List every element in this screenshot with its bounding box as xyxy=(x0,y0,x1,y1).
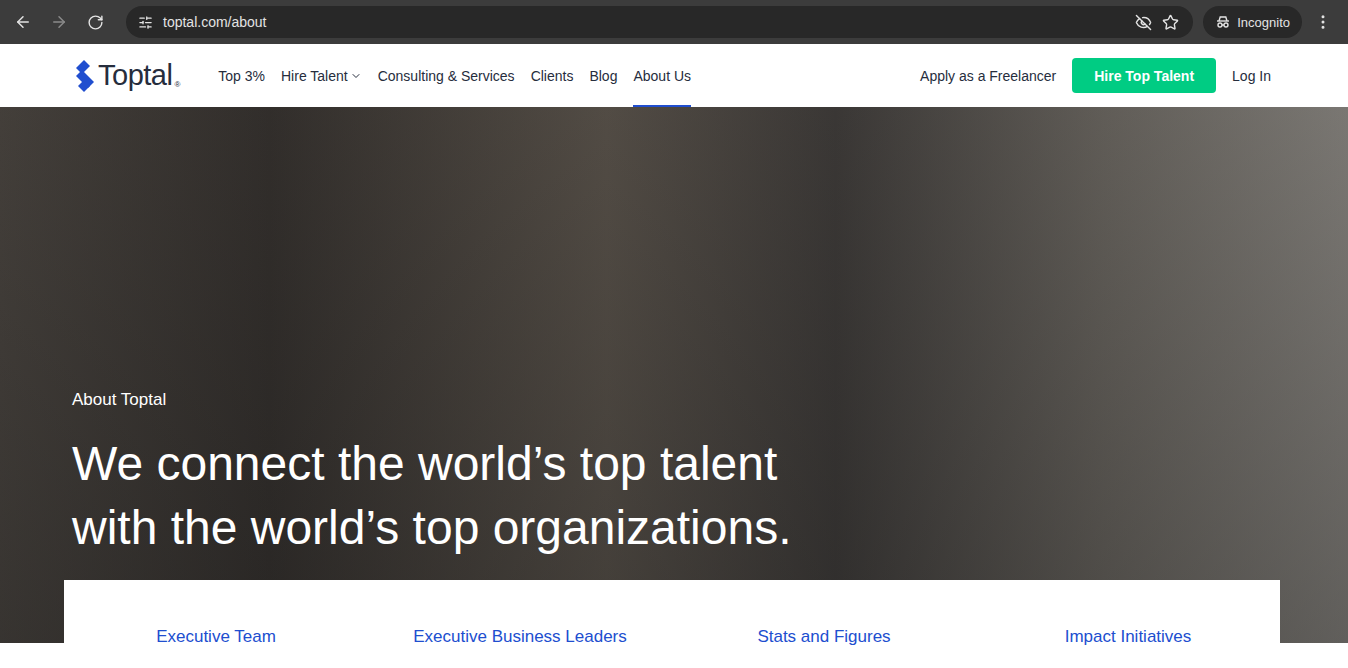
chevron-down-icon xyxy=(350,70,362,82)
back-button[interactable] xyxy=(8,7,38,37)
nav-item[interactable]: Consulting & Services xyxy=(378,44,515,107)
hero: About Toptal We connect the world’s top t… xyxy=(0,107,1348,643)
incognito-label: Incognito xyxy=(1237,15,1290,30)
browser-toolbar: toptal.com/about Incognito xyxy=(0,0,1348,44)
section-links-card: Executive TeamExecutive Business Leaders… xyxy=(64,580,1280,668)
section-link[interactable]: Executive Team xyxy=(64,627,368,647)
tracking-button[interactable] xyxy=(1135,14,1152,31)
header-actions: Apply as a Freelancer Hire Top Talent Log … xyxy=(920,44,1271,107)
menu-button[interactable] xyxy=(1308,7,1338,37)
registered-mark: ® xyxy=(174,80,180,89)
toptal-logo-icon xyxy=(72,60,96,92)
back-arrow-icon xyxy=(14,13,32,31)
reload-icon xyxy=(87,14,104,31)
page: toptal.com/about Incognito Toptal® Top 3% Hi… xyxy=(0,0,1348,668)
section-link[interactable]: Executive Business Leaders xyxy=(368,627,672,647)
main-nav: Top 3% Hire Talent Consulting & Services Cl… xyxy=(218,44,691,107)
incognito-icon xyxy=(1215,14,1231,30)
nav-item[interactable]: Blog xyxy=(589,44,617,107)
site-header: Toptal® Top 3% Hire Talent Consulting & Ser… xyxy=(0,44,1348,107)
nav-item[interactable]: About Us xyxy=(633,44,691,107)
star-icon xyxy=(1162,14,1179,31)
hero-headline: We connect the world’s top talentwith th… xyxy=(72,432,1348,560)
eye-off-icon xyxy=(1135,14,1152,31)
reload-button[interactable] xyxy=(80,7,110,37)
url-text[interactable]: toptal.com/about xyxy=(163,14,1125,30)
forward-button[interactable] xyxy=(44,7,74,37)
site-settings-icon xyxy=(138,15,153,30)
bookmark-button[interactable] xyxy=(1162,14,1179,31)
section-link[interactable]: Stats and Figures xyxy=(672,627,976,647)
headline-line: We connect the world’s top talent xyxy=(72,432,1348,496)
nav-item[interactable]: Clients xyxy=(531,44,574,107)
headline-line: with the world’s top organizations. xyxy=(72,496,1348,560)
hero-eyebrow: About Toptal xyxy=(72,390,1348,410)
site-info-button[interactable] xyxy=(138,15,153,30)
logo[interactable]: Toptal® xyxy=(72,44,180,107)
more-icon xyxy=(1314,13,1332,31)
nav-item[interactable]: Hire Talent xyxy=(281,44,362,107)
hire-button[interactable]: Hire Top Talent xyxy=(1072,58,1216,93)
logo-text: Toptal xyxy=(98,59,172,92)
section-link[interactable]: Impact Initiatives xyxy=(976,627,1280,647)
forward-arrow-icon xyxy=(50,13,68,31)
nav-item[interactable]: Top 3% xyxy=(218,44,265,107)
address-bar[interactable]: toptal.com/about xyxy=(126,6,1193,38)
login-link[interactable]: Log In xyxy=(1232,68,1271,84)
apply-link[interactable]: Apply as a Freelancer xyxy=(920,68,1056,84)
incognito-chip[interactable]: Incognito xyxy=(1203,6,1302,38)
